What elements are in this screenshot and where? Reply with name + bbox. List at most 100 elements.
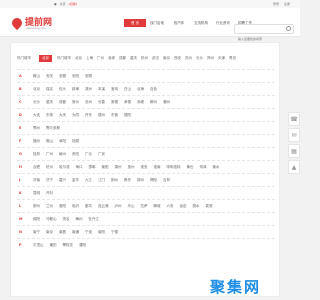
city-link[interactable]: 锦州: [137, 177, 144, 183]
city-link[interactable]: 嘉兴: [59, 177, 66, 183]
city-link[interactable]: 开封: [46, 190, 53, 196]
city-link[interactable]: 南宁: [33, 229, 40, 235]
city-link[interactable]: 赣州: [59, 151, 66, 157]
city-link[interactable]: 白山: [124, 86, 131, 92]
city-link[interactable]: 海口: [76, 164, 83, 170]
city-link[interactable]: 济南: [33, 177, 40, 183]
city-link[interactable]: 濮阳: [79, 242, 86, 248]
city-link[interactable]: 宁德: [111, 229, 118, 235]
city-link[interactable]: 金华: [72, 177, 79, 183]
register-link[interactable]: 注册: [284, 2, 290, 6]
city-link[interactable]: 梅州: [76, 216, 83, 222]
filter-link[interactable]: 苏州: [185, 56, 192, 60]
city-link[interactable]: 南京: [46, 229, 53, 235]
city-link[interactable]: 惠州: [128, 164, 135, 170]
city-link[interactable]: 赤峰: [137, 99, 144, 105]
city-link[interactable]: 茂名: [63, 216, 70, 222]
city-link[interactable]: 廊坊: [85, 203, 92, 209]
city-link[interactable]: 济宁: [46, 177, 53, 183]
city-link[interactable]: 本溪: [98, 86, 105, 92]
city-link[interactable]: 兰州: [46, 203, 53, 209]
city-link[interactable]: 贵阳: [72, 151, 79, 157]
city-link[interactable]: 江门: [98, 177, 105, 183]
city-link[interactable]: 佛山: [46, 138, 53, 144]
city-link[interactable]: 沧州: [85, 99, 92, 105]
city-link[interactable]: 蚌埠: [72, 86, 79, 92]
city-link[interactable]: 丽水: [193, 203, 200, 209]
nav-item-exchange[interactable]: 交流机构: [190, 19, 212, 27]
chat-icon[interactable]: ✉: [288, 128, 300, 142]
phone-icon[interactable]: ☎: [288, 112, 300, 126]
filter-active-chip[interactable]: 北京: [39, 54, 52, 62]
city-link[interactable]: 潮州: [163, 99, 170, 105]
filter-link[interactable]: 西安: [174, 56, 181, 60]
city-link[interactable]: 安顺: [85, 73, 92, 79]
city-link[interactable]: 广元: [85, 151, 92, 157]
filter-link[interactable]: 北京: [75, 56, 82, 60]
city-link[interactable]: 吉林: [163, 177, 170, 183]
nav-item-stores[interactable]: 找门店电: [146, 19, 168, 27]
city-link[interactable]: 长沙: [33, 99, 40, 105]
city-link[interactable]: 郴州: [150, 99, 157, 105]
city-link[interactable]: 龙岩: [180, 203, 187, 209]
filter-link[interactable]: 天津: [218, 56, 225, 60]
nav-item-news[interactable]: 行业资讯: [212, 19, 234, 27]
city-link[interactable]: 阜阳: [59, 138, 66, 144]
login-link[interactable]: 登录: [273, 2, 279, 6]
city-link[interactable]: 南昌: [59, 229, 66, 235]
city-link[interactable]: 马鞍山: [46, 216, 57, 222]
city-link[interactable]: 大连: [33, 112, 40, 118]
city-link[interactable]: 保定: [46, 86, 53, 92]
city-link[interactable]: 安庆: [46, 73, 53, 79]
city-link[interactable]: 攀枝花: [63, 242, 74, 248]
city-link[interactable]: 邯郸: [89, 164, 96, 170]
filter-link[interactable]: 杭州: [141, 56, 148, 60]
city-link[interactable]: 合肥: [33, 164, 40, 170]
city-link[interactable]: 揭阳: [150, 177, 157, 183]
filter-link[interactable]: 青岛: [229, 56, 236, 60]
city-link[interactable]: 绵阳: [33, 216, 40, 222]
city-link[interactable]: 宝鸡: [111, 86, 118, 92]
city-link[interactable]: 泸州: [115, 203, 122, 209]
city-link[interactable]: 北京: [33, 86, 40, 92]
city-link[interactable]: 荆州: [111, 177, 118, 183]
city-link[interactable]: 六安: [167, 203, 174, 209]
search-icon[interactable]: [286, 26, 291, 31]
city-link[interactable]: 大同: [72, 112, 79, 118]
city-link[interactable]: 承德: [124, 99, 131, 105]
city-link[interactable]: 莆田: [50, 242, 57, 248]
logo[interactable]: 提前网 jiqianwang.com: [9, 15, 52, 31]
city-link[interactable]: 东营: [111, 112, 118, 118]
city-link[interactable]: 娄底: [206, 203, 213, 209]
city-link[interactable]: 南通: [72, 229, 79, 235]
filter-link[interactable]: 南京: [163, 56, 170, 60]
city-link[interactable]: 淮南: [154, 164, 161, 170]
city-link[interactable]: 黄石: [187, 164, 194, 170]
city-link[interactable]: 东莞: [46, 112, 53, 118]
city-link[interactable]: 重庆: [46, 99, 53, 105]
city-link[interactable]: 鞍山: [33, 73, 40, 79]
city-link[interactable]: 哈尔滨: [59, 164, 70, 170]
city-link[interactable]: 德阳: [124, 112, 131, 118]
city-link[interactable]: 桂林: [33, 151, 40, 157]
city-link[interactable]: 焦作: [124, 177, 131, 183]
city-link[interactable]: 长春: [98, 99, 105, 105]
filter-link[interactable]: 深圳: [108, 56, 115, 60]
city-link[interactable]: 牡丹江: [89, 216, 100, 222]
city-link[interactable]: 鄂州: [33, 125, 40, 131]
city-link[interactable]: 淮安: [141, 164, 148, 170]
city-link[interactable]: 拉萨: [141, 203, 148, 209]
filter-link[interactable]: 武汉: [152, 56, 159, 60]
filter-link[interactable]: 上海: [86, 56, 93, 60]
nav-item-home[interactable]: 首 页: [124, 19, 146, 27]
city-link[interactable]: 呼和浩特: [167, 164, 181, 170]
filter-link[interactable]: 热门城市: [57, 56, 71, 60]
city-link[interactable]: 衡水: [213, 164, 220, 170]
city-link[interactable]: 临沂: [72, 203, 79, 209]
filter-link[interactable]: 长沙: [196, 56, 203, 60]
nav-item-cars[interactable]: 找汽车: [168, 19, 190, 27]
city-link[interactable]: 菏泽: [200, 164, 207, 170]
city-link[interactable]: 抚顺: [72, 138, 79, 144]
city-link[interactable]: 常德: [111, 99, 118, 105]
city-link[interactable]: 昆明: [33, 190, 40, 196]
